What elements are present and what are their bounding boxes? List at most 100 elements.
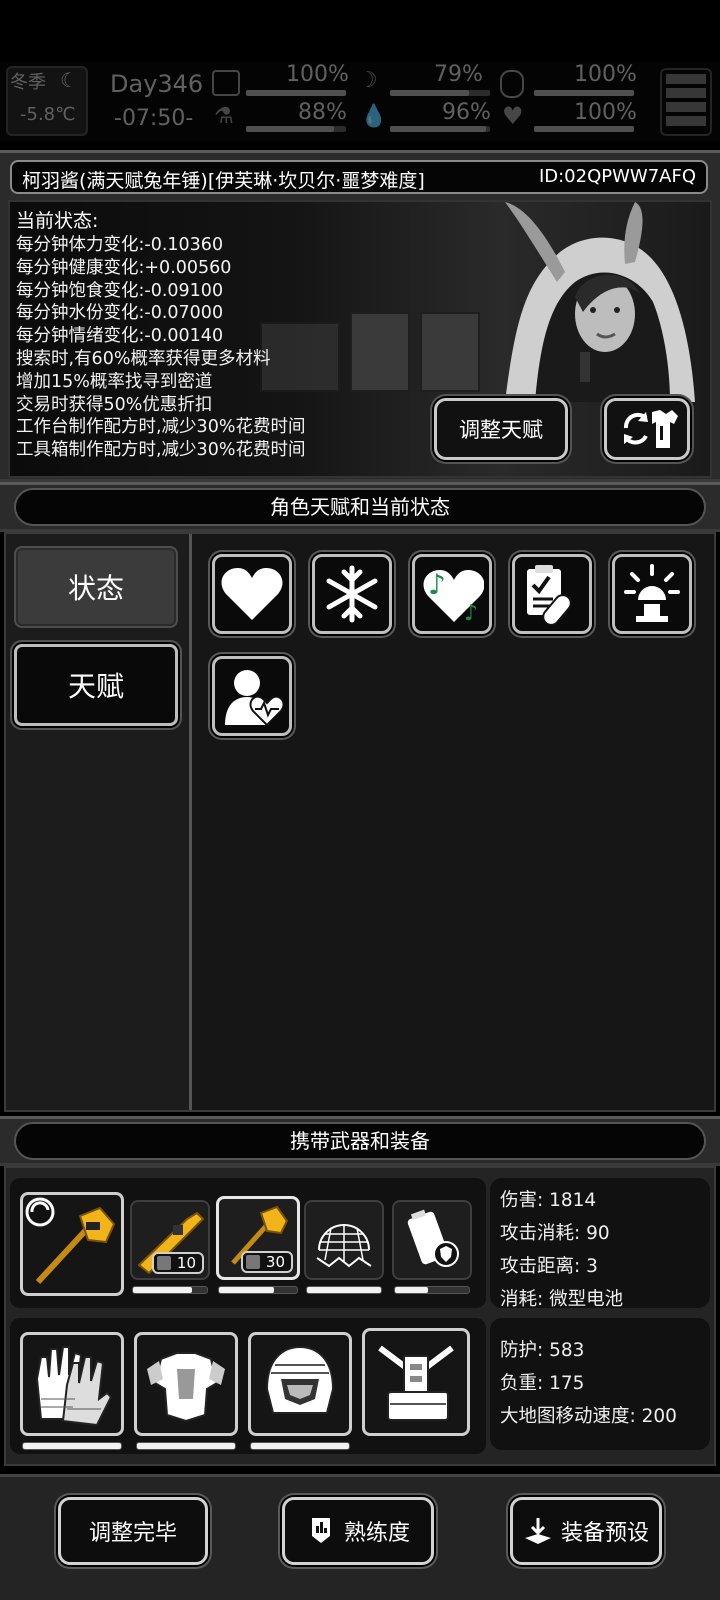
stat-bar-hunger	[534, 90, 634, 96]
tab-talent-label: 天赋	[67, 670, 124, 703]
tab-status-label: 状态	[67, 572, 124, 605]
snowflake-icon	[326, 565, 378, 623]
done-button[interactable]: 调整完毕	[58, 1497, 208, 1565]
adjust-talent-label: 调整天赋	[459, 418, 543, 442]
armor-durability-chest	[136, 1442, 236, 1450]
battery-mini-icon	[246, 1255, 260, 1269]
heart-icon	[221, 568, 283, 620]
moon-icon: ☾	[60, 68, 78, 92]
weapon-stat-range: 攻击距离: 3	[500, 1256, 598, 1277]
stat-bar-mood	[390, 90, 490, 96]
outfit-swap-icon	[623, 410, 678, 448]
moon-icon: ☽	[358, 68, 378, 93]
status-effect-cold[interactable]	[312, 554, 392, 634]
proficiency-button[interactable]: 熟练度	[282, 1497, 434, 1565]
armor-durability-gloves	[22, 1442, 122, 1450]
weapon-durability-rifle	[132, 1286, 208, 1294]
stat-bar-health	[246, 90, 346, 96]
stat-bar-heart	[534, 126, 634, 132]
stat-value-mood: 79%	[434, 62, 483, 87]
battery-shield-icon	[407, 1209, 459, 1267]
armor-slot-gloves[interactable]	[20, 1332, 124, 1436]
status-lines: 每分钟体力变化:-0.10360 每分钟健康变化:+0.00560 每分钟饱食变…	[16, 234, 305, 462]
status-line: 每分钟水份变化:-0.07000	[16, 303, 224, 324]
armor-stat-load: 负重: 175	[500, 1373, 585, 1394]
done-button-label: 调整完毕	[88, 1521, 177, 1546]
alarm-light-icon	[624, 564, 680, 622]
status-title: 当前状态:	[16, 210, 99, 232]
stat-value-hunger: 100%	[574, 62, 637, 87]
armor-slot-helmet[interactable]	[248, 1332, 352, 1436]
bottom-action-area: 调整完毕 熟练度 装备预设	[0, 1474, 720, 1600]
equipment-preset-button[interactable]: 装备预设	[510, 1497, 662, 1565]
weapon-slot-rifle[interactable]: 10	[130, 1200, 210, 1280]
weapon-rifle-count: 10	[152, 1252, 204, 1274]
character-name-bar: 柯羽酱(满天赋兔年锤)[伊芙琳·坎贝尔·噩梦难度] ID:02QPWW7AFQ	[10, 160, 708, 194]
ammo-icon	[157, 1256, 171, 1270]
character-id: ID:02QPWW7AFQ	[538, 166, 696, 187]
status-panel: 当前状态: 每分钟体力变化:-0.10360 每分钟健康变化:+0.00560 …	[8, 200, 712, 478]
character-name: 柯羽酱(满天赋兔年锤)[伊芙琳·坎贝尔·噩梦难度]	[22, 170, 425, 192]
status-effect-heart[interactable]	[212, 554, 292, 634]
talent-section-header: 角色天赋和当前状态	[14, 488, 706, 526]
status-line: 每分钟体力变化:-0.10360	[16, 235, 224, 255]
outfit-swap-button[interactable]	[604, 398, 690, 460]
backpack-frame-icon	[378, 1345, 454, 1421]
water-drop-icon: 💧	[360, 104, 388, 129]
flask-icon: ⚗	[214, 104, 234, 129]
armor-stats: 防护: 583 负重: 175 大地图移动速度: 200	[490, 1318, 710, 1450]
adjust-talent-button[interactable]: 调整天赋	[434, 398, 568, 460]
proficiency-button-label: 熟练度	[343, 1521, 410, 1546]
weapon-slot-main[interactable]	[20, 1192, 124, 1296]
day-text: Day346	[110, 70, 204, 98]
status-effect-alarm[interactable]	[612, 554, 692, 634]
armor-durability-helmet	[250, 1442, 350, 1450]
weapon-stats: 伤害: 1814 攻击消耗: 90 攻击距离: 3 消耗: 微型电池	[490, 1178, 710, 1310]
weapon-slot-battery[interactable]	[392, 1200, 472, 1280]
svg-text:♪: ♪	[428, 568, 446, 601]
golden-hammer-icon	[25, 1197, 116, 1285]
weapon-durability-battery	[394, 1286, 470, 1294]
stat-bar-water	[390, 126, 490, 132]
time-text: -07:50-	[114, 106, 194, 131]
equipment-section-header: 携带武器和装备	[14, 1122, 706, 1160]
status-line: 搜索时,有60%概率获得更多材料	[16, 348, 271, 369]
weapon-slot-net[interactable]	[304, 1200, 384, 1280]
heart-icon: ♥	[502, 102, 524, 130]
tab-status[interactable]: 状态	[14, 546, 178, 628]
stat-value-heart: 100%	[574, 100, 637, 125]
season-text: 冬季	[10, 72, 46, 93]
status-line: 工具箱制作配方时,减少30%花费时间	[16, 440, 306, 461]
medkit-icon	[212, 70, 240, 96]
medicine-clipboard-icon	[527, 565, 572, 625]
music-heart-icon: ♪ ♪	[423, 568, 484, 624]
armor-stat-defense: 防护: 583	[500, 1340, 585, 1361]
tab-talent[interactable]: 天赋	[14, 644, 178, 726]
status-line: 每分钟健康变化:+0.00560	[16, 257, 232, 278]
tab-column: 状态 天赋	[6, 534, 192, 1110]
battery-gauge	[660, 68, 712, 136]
helmet-icon	[265, 1345, 335, 1414]
status-effect-health-monitor[interactable]	[212, 656, 292, 736]
weapon-slot-hammer[interactable]: 30	[216, 1196, 300, 1280]
status-line: 交易时获得50%优惠折扣	[16, 394, 213, 415]
top-status-content: 冬季 ☾ -5.8℃ Day346 -07:50- 100% ☽ 79% 100…	[0, 62, 720, 142]
status-effect-music[interactable]: ♪ ♪	[412, 554, 492, 634]
armor-slot-backpack[interactable]	[362, 1328, 470, 1436]
armor-slot-chest[interactable]	[134, 1332, 238, 1436]
equipment-area: 10 30 伤害: 1814 攻击消耗: 90 攻击距离: 3 消耗: 微型电池…	[4, 1166, 716, 1466]
stat-bar-food	[246, 126, 346, 132]
status-effect-medicine[interactable]	[512, 554, 592, 634]
status-line: 工作台制作配方时,减少30%花费时间	[16, 417, 306, 438]
status-line: 每分钟情绪变化:-0.00140	[16, 326, 224, 347]
temperature-text: -5.8℃	[20, 104, 76, 125]
background-window	[350, 312, 410, 392]
proficiency-icon	[311, 1518, 330, 1543]
status-line: 增加15%概率找寻到密道	[16, 371, 213, 392]
preset-button-label: 装备预设	[560, 1521, 649, 1546]
preset-icon	[524, 1518, 551, 1544]
svg-text:♪: ♪	[464, 601, 478, 624]
stat-value-health: 100%	[286, 62, 349, 87]
gloves-icon	[35, 1346, 113, 1427]
weapon-durability-net	[306, 1286, 382, 1294]
